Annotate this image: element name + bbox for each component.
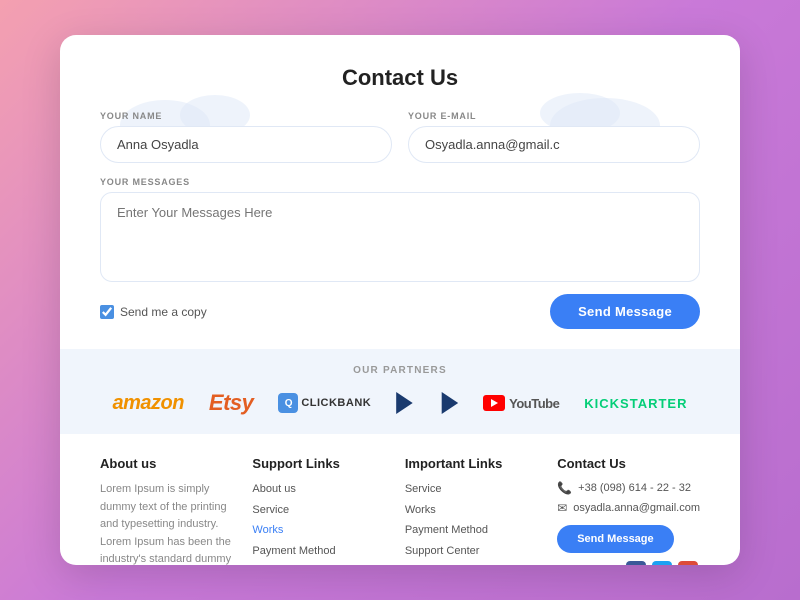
mediaget-logo — [396, 392, 458, 414]
footer-support-col: Support Links About us Service Works Pay… — [252, 456, 384, 565]
email-input[interactable] — [408, 126, 700, 163]
message-input[interactable] — [100, 192, 700, 282]
footer-section: About us Lorem Ipsum is simply dummy tex… — [60, 434, 740, 565]
social-row: Get in touch: f t G+ — [557, 561, 700, 565]
footer-about-text: Lorem Ipsum is simply dummy text of the … — [100, 481, 232, 565]
mg-shape2 — [428, 392, 458, 414]
kickstarter-text: KICKSTARTER — [584, 396, 687, 411]
contact-section: Contact Us YOUR NAME YOUR E-MAIL YOUR ME… — [60, 35, 740, 349]
footer-link-about[interactable]: About us — [252, 481, 384, 498]
footer-contact-title: Contact Us — [557, 456, 700, 471]
footer-support-title: Support Links — [252, 456, 384, 471]
youtube-icon — [483, 395, 505, 411]
footer-important-col: Important Links Service Works Payment Me… — [405, 456, 537, 565]
name-label: YOUR NAME — [100, 111, 392, 121]
footer-imp-service[interactable]: Service — [405, 481, 537, 498]
footer-imp-support[interactable]: Support Center — [405, 543, 537, 560]
clickbank-icon: Q — [278, 393, 298, 413]
mg-shape1 — [396, 392, 426, 414]
email-label: YOUR E-MAIL — [408, 111, 700, 121]
email-icon: ✉ — [557, 501, 567, 515]
message-label: YOUR MESSAGES — [100, 177, 700, 187]
clickbank-text: CLICKBANK — [301, 397, 371, 409]
etsy-logo: Etsy — [209, 390, 253, 416]
name-group: YOUR NAME — [100, 111, 392, 163]
youtube-logo: YouTube — [483, 395, 559, 411]
footer-about-col: About us Lorem Ipsum is simply dummy tex… — [100, 456, 232, 565]
footer-email: osyadla.anna@gmail.com — [573, 502, 700, 514]
facebook-icon[interactable]: f — [626, 561, 646, 565]
clickbank-logo: Q CLICKBANK — [278, 393, 371, 413]
footer-imp-works[interactable]: Works — [405, 502, 537, 519]
partners-logos: amazon Etsy Q CLICKBANK YouTube KICKST — [100, 390, 700, 416]
youtube-text: YouTube — [509, 396, 559, 411]
footer-link-service[interactable]: Service — [252, 502, 384, 519]
googleplus-icon[interactable]: G+ — [678, 561, 698, 565]
partners-section: OUR PARTNERS amazon Etsy Q CLICKBANK You — [60, 349, 740, 434]
footer-imp-faq[interactable]: Frequently Asked Question — [405, 563, 537, 565]
phone-icon: 📞 — [557, 481, 572, 495]
footer-email-item: ✉ osyadla.anna@gmail.com — [557, 501, 700, 515]
footer-contact-col: Contact Us 📞 +38 (098) 614 - 22 - 32 ✉ o… — [557, 456, 700, 565]
partners-title: OUR PARTNERS — [100, 365, 700, 376]
footer-link-works[interactable]: Works — [252, 522, 384, 539]
message-group: YOUR MESSAGES — [100, 177, 700, 282]
footer-link-payment[interactable]: Payment Method — [252, 543, 384, 560]
name-input[interactable] — [100, 126, 392, 163]
footer-about-title: About us — [100, 456, 232, 471]
footer-important-title: Important Links — [405, 456, 537, 471]
amazon-logo: amazon — [112, 392, 183, 415]
footer-phone-item: 📞 +38 (098) 614 - 22 - 32 — [557, 481, 700, 495]
footer-link-support[interactable]: Support Center — [252, 563, 384, 565]
footer-phone: +38 (098) 614 - 22 - 32 — [578, 482, 691, 494]
main-card: Contact Us YOUR NAME YOUR E-MAIL YOUR ME… — [60, 35, 740, 565]
send-copy-checkbox[interactable] — [100, 305, 114, 319]
footer-send-button[interactable]: Send Message — [557, 525, 673, 553]
email-group: YOUR E-MAIL — [408, 111, 700, 163]
name-email-row: YOUR NAME YOUR E-MAIL — [100, 111, 700, 163]
send-message-button[interactable]: Send Message — [550, 294, 700, 329]
kickstarter-logo: KICKSTARTER — [584, 396, 687, 411]
send-copy-label[interactable]: Send me a copy — [100, 305, 207, 319]
send-copy-text: Send me a copy — [120, 305, 207, 319]
page-title: Contact Us — [100, 65, 700, 91]
footer-imp-payment[interactable]: Payment Method — [405, 522, 537, 539]
twitter-icon[interactable]: t — [652, 561, 672, 565]
youtube-play — [491, 399, 498, 407]
form-actions: Send me a copy Send Message — [100, 294, 700, 329]
